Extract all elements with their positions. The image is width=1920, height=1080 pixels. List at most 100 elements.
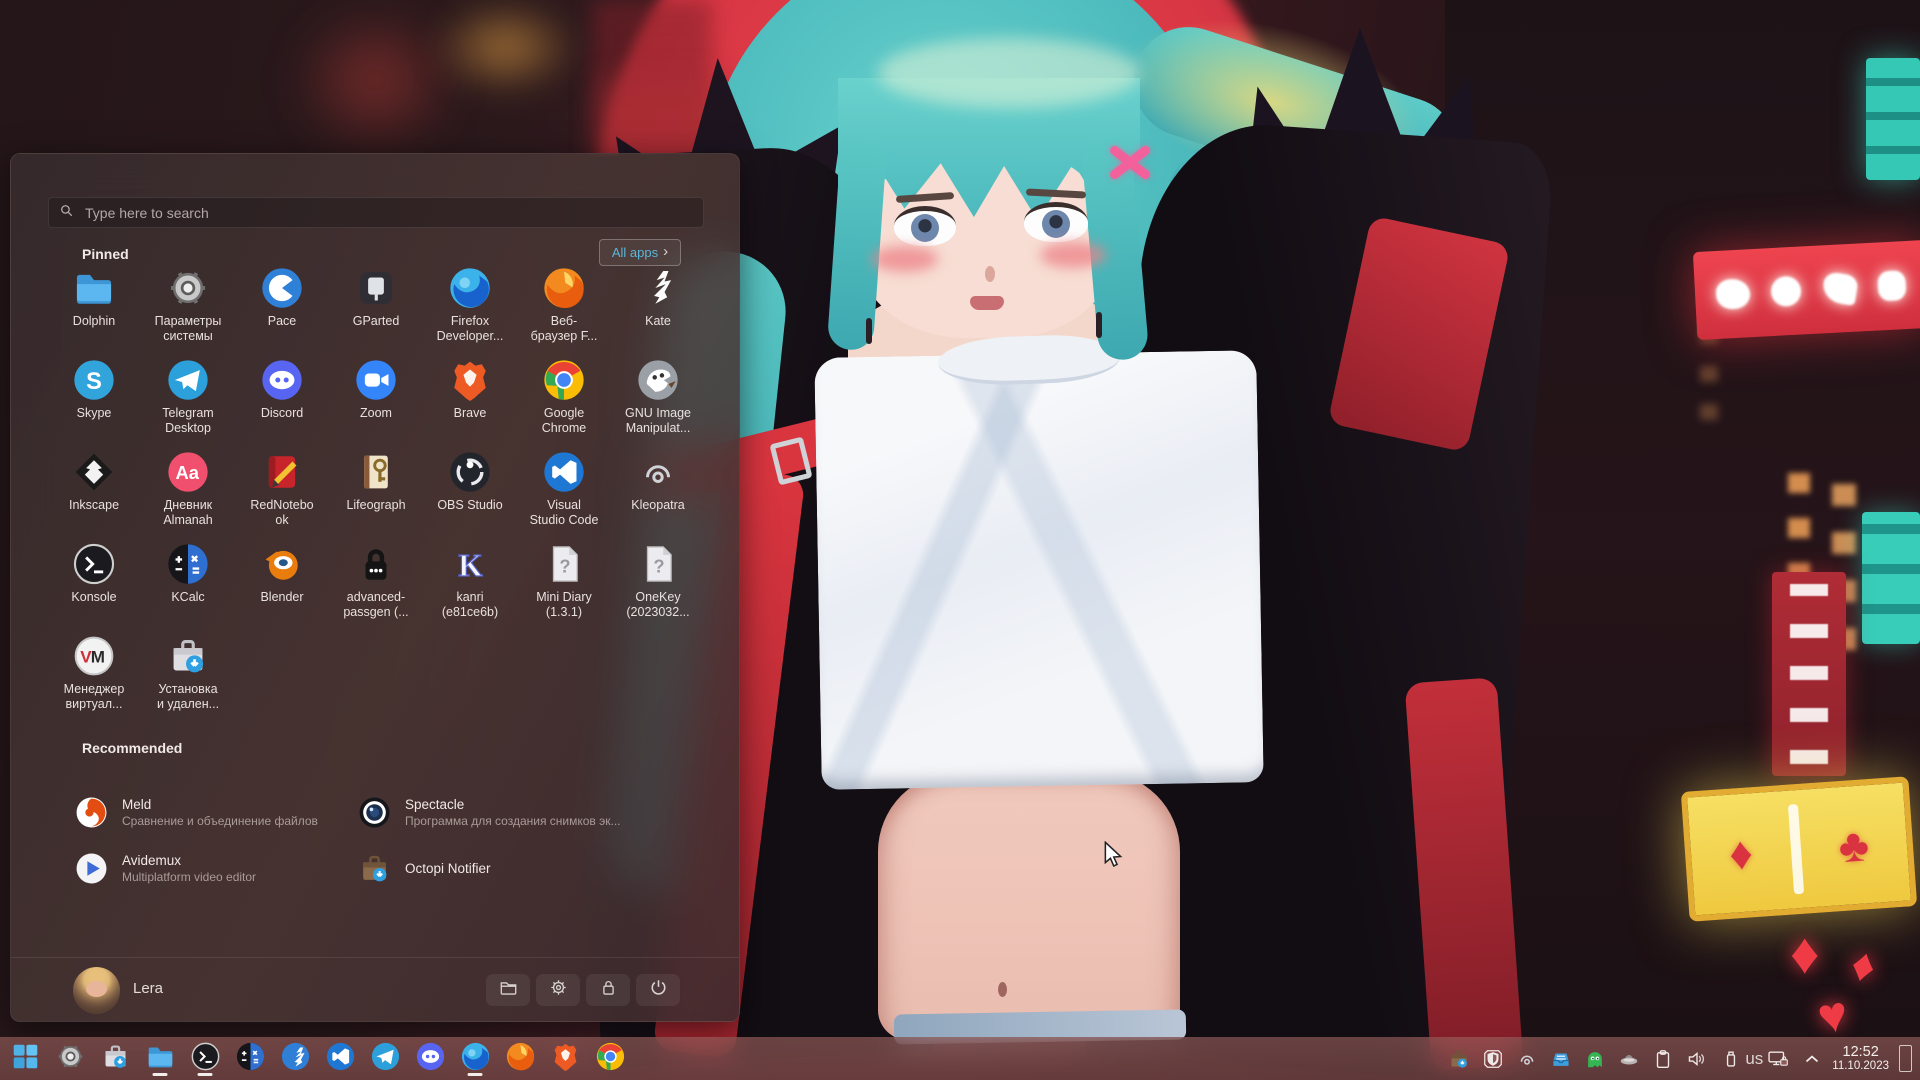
peek-desktop-button[interactable] <box>1899 1045 1912 1072</box>
app-label: OBS Studio <box>437 498 502 513</box>
tray-volume-icon[interactable] <box>1684 1046 1709 1071</box>
user-avatar[interactable] <box>73 967 120 1014</box>
tray-kleopatra-icon[interactable] <box>1514 1046 1539 1071</box>
tray-pacman-ghost-icon[interactable] <box>1582 1046 1607 1071</box>
tray-tray-expander-icon[interactable] <box>1799 1046 1824 1071</box>
pinned-app-advanced-passgen[interactable]: advanced- passgen (... <box>329 538 423 630</box>
recommended-app-avidemux[interactable]: Avidemux Multiplatform video editor <box>75 840 358 896</box>
power-button[interactable] <box>636 974 680 1006</box>
pinned-app-kate[interactable]: Kate <box>611 262 705 354</box>
taskbar-kcalc[interactable] <box>233 1042 267 1076</box>
discover-install-icon <box>167 635 209 677</box>
taskbar-system-settings[interactable] <box>53 1042 87 1076</box>
system-settings-icon <box>167 267 209 309</box>
pinned-app-firefox-browser[interactable]: Веб- браузер F... <box>517 262 611 354</box>
taskbar-firefox[interactable] <box>503 1042 537 1076</box>
pinned-app-almanah[interactable]: AaДневник Almanah <box>141 446 235 538</box>
taskbar-vscode[interactable] <box>323 1042 357 1076</box>
pinned-app-vscode[interactable]: Visual Studio Code <box>517 446 611 538</box>
app-description: Сравнение и объединение файлов <box>122 814 318 828</box>
recommended-app-octopi-notifier[interactable]: Octopi Notifier <box>358 840 641 896</box>
pinned-app-rednotebook[interactable]: RedNotebo ok <box>235 446 329 538</box>
power-icon <box>648 977 669 1003</box>
pinned-app-onekey[interactable]: ?OneKey (2023032... <box>611 538 705 630</box>
pinned-app-obs-studio[interactable]: OBS Studio <box>423 446 517 538</box>
file-manager-button[interactable] <box>486 974 530 1006</box>
pinned-app-dolphin[interactable]: Dolphin <box>47 262 141 354</box>
pinned-app-konsole[interactable]: Konsole <box>47 538 141 630</box>
wallpaper-red-glow <box>290 5 460 155</box>
character-hair-shine <box>878 38 1140 108</box>
pinned-app-pace[interactable]: Pace <box>235 262 329 354</box>
vscode-icon <box>326 1042 355 1076</box>
pinned-app-kleopatra[interactable]: Kleopatra <box>611 446 705 538</box>
taskbar-brave[interactable] <box>548 1042 582 1076</box>
pinned-app-brave[interactable]: Brave <box>423 354 517 446</box>
kate-icon <box>281 1042 310 1076</box>
vm-manager-icon: VM <box>73 635 115 677</box>
app-label: Skype <box>77 406 112 421</box>
taskbar-firefox-developer[interactable] <box>458 1042 492 1076</box>
pinned-app-telegram-desktop[interactable]: Telegram Desktop <box>141 354 235 446</box>
wallpaper-red-banner <box>1772 572 1846 776</box>
tray-octopi-notifier-icon[interactable] <box>1446 1046 1471 1071</box>
discover-icon <box>101 1042 130 1076</box>
pinned-app-skype[interactable]: S Skype <box>47 354 141 446</box>
onekey-icon: ? <box>637 543 679 585</box>
taskbar-konsole[interactable] <box>188 1042 222 1076</box>
chevron-right-icon: › <box>663 244 668 259</box>
tray-ufo-icon[interactable] <box>1616 1046 1641 1071</box>
search-field[interactable] <box>48 197 704 228</box>
pinned-app-vm-manager[interactable]: VMМенеджер виртуал... <box>47 630 141 722</box>
taskbar-chrome[interactable] <box>593 1042 627 1076</box>
skype-icon: S <box>73 359 115 401</box>
pinned-app-gimp[interactable]: GNU Image Manipulat... <box>611 354 705 446</box>
tray-usb-device-icon[interactable] <box>1718 1046 1743 1071</box>
taskbar-telegram[interactable] <box>368 1042 402 1076</box>
recommended-app-spectacle[interactable]: SpectacleПрограмма для создания снимков … <box>358 784 641 840</box>
pinned-app-system-settings[interactable]: Параметры системы <box>141 262 235 354</box>
keyboard-layout-indicator[interactable]: us <box>1745 1049 1763 1069</box>
search-input[interactable] <box>83 204 694 222</box>
pinned-app-gparted[interactable]: GParted <box>329 262 423 354</box>
pinned-app-zoom[interactable]: Zoom <box>329 354 423 446</box>
app-title: Avidemux <box>122 853 256 868</box>
pinned-app-discover-install[interactable]: Установка и удален... <box>141 630 235 722</box>
pinned-section-title: Pinned <box>82 246 129 262</box>
character-earring <box>866 318 872 344</box>
pinned-app-kcalc[interactable]: KCalc <box>141 538 235 630</box>
tray-display-lock-icon[interactable] <box>1765 1046 1790 1071</box>
tray-clipboard-icon[interactable] <box>1650 1046 1675 1071</box>
app-description: Multiplatform video editor <box>122 870 256 884</box>
tray-inbox-icon[interactable] <box>1548 1046 1573 1071</box>
pinned-app-inkscape[interactable]: Inkscape <box>47 446 141 538</box>
kate-icon <box>637 267 679 309</box>
app-label: RedNotebo ok <box>250 498 313 528</box>
pinned-app-discord[interactable]: Discord <box>235 354 329 446</box>
digital-clock[interactable]: 12:52 11.10.2023 <box>1832 1045 1889 1072</box>
taskbar-dolphin[interactable] <box>143 1042 177 1076</box>
pinned-app-google-chrome[interactable]: Google Chrome <box>517 354 611 446</box>
recommended-section-title: Recommended <box>82 740 182 756</box>
svg-text:K: K <box>458 548 483 583</box>
pinned-app-mini-diary[interactable]: ?Mini Diary (1.3.1) <box>517 538 611 630</box>
tray-vault-shield-icon[interactable] <box>1480 1046 1505 1071</box>
app-label: Brave <box>454 406 487 421</box>
settings-button[interactable] <box>536 974 580 1006</box>
recommended-app-meld[interactable]: MeldСравнение и объединение файлов <box>75 784 358 840</box>
pinned-app-blender[interactable]: Blender <box>235 538 329 630</box>
system-tray <box>1446 1046 1743 1071</box>
taskbar-app-launcher[interactable] <box>8 1042 42 1076</box>
app-label: Dolphin <box>73 314 115 329</box>
user-name[interactable]: Lera <box>133 980 163 997</box>
lock-button[interactable] <box>586 974 630 1006</box>
almanah-icon: Aa <box>167 451 209 493</box>
app-label: Blender <box>260 590 303 605</box>
taskbar-kate[interactable] <box>278 1042 312 1076</box>
taskbar-discover[interactable] <box>98 1042 132 1076</box>
taskbar-discord[interactable] <box>413 1042 447 1076</box>
pinned-app-firefox-developer[interactable]: Firefox Developer... <box>423 262 517 354</box>
pinned-app-lifeograph[interactable]: Lifeograph <box>329 446 423 538</box>
app-title: Spectacle <box>405 797 621 812</box>
pinned-app-kanri[interactable]: Kkanri (e81ce6b) <box>423 538 517 630</box>
